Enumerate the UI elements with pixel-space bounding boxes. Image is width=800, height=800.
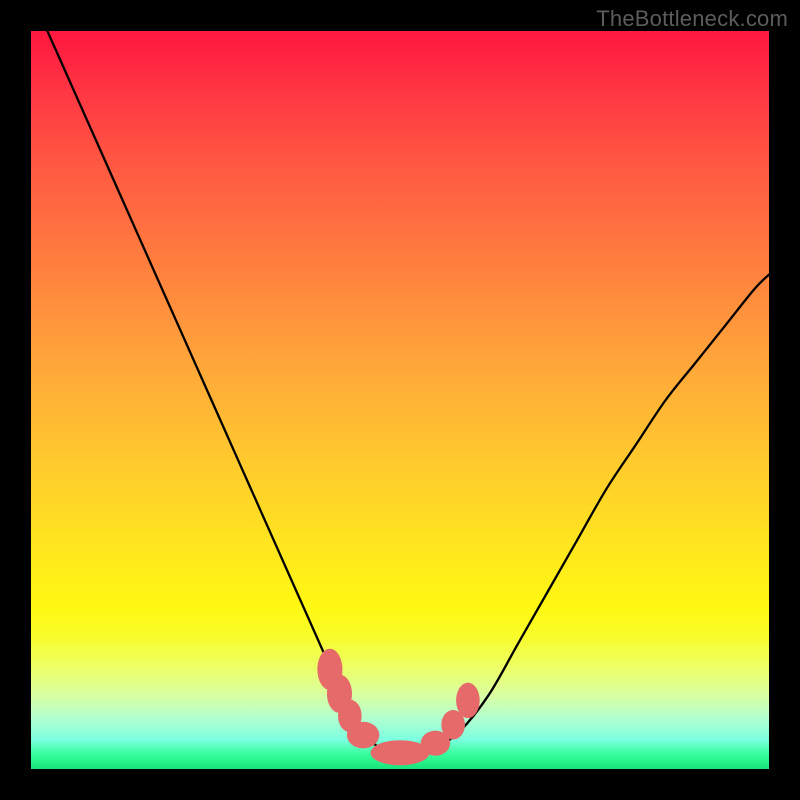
- curve-marker: [338, 700, 362, 732]
- chart-svg: [31, 31, 769, 769]
- chart-frame: TheBottleneck.com: [0, 0, 800, 800]
- marker-group: [317, 649, 479, 766]
- curve-marker: [441, 710, 465, 740]
- bottleneck-curve-path: [31, 31, 769, 755]
- plot-area: [31, 31, 769, 769]
- curve-marker: [370, 740, 429, 765]
- curve-marker: [317, 649, 342, 690]
- curve-marker: [456, 683, 480, 718]
- curve-marker: [421, 731, 451, 756]
- curve-marker: [327, 675, 352, 713]
- curve-marker: [347, 722, 379, 749]
- attribution-text: TheBottleneck.com: [596, 6, 788, 32]
